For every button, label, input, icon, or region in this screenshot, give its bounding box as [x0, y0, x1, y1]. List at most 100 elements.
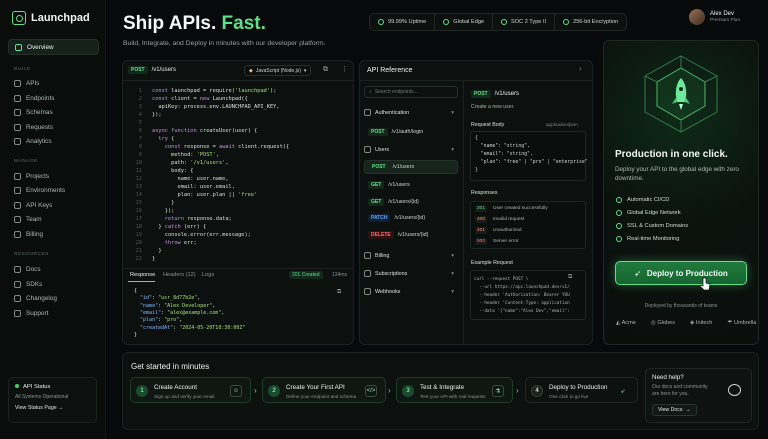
step-test-integrate[interactable]: 3 Test & Integrate Test your API with re… — [396, 377, 513, 403]
tab-logs[interactable]: Logs — [202, 272, 214, 278]
language-select[interactable]: ◆ JavaScript (Node.js) ▾ — [244, 65, 312, 76]
example-line: --data '{"name":"Alex Dev","email":"alex… — [479, 309, 570, 314]
code-line: 9 method: 'POST', — [128, 151, 219, 159]
endpoint-patch-user-id[interactable]: PATCH/v1/users/{id} — [364, 211, 458, 225]
response-time: 134ms — [332, 272, 348, 278]
step-create-api[interactable]: 2 Create Your First API Define your endp… — [262, 377, 386, 403]
view-status-label: View Status Page — [15, 405, 57, 411]
chevron-right-icon[interactable]: › — [579, 66, 581, 73]
group-subscriptions[interactable]: Subscriptions ▾ — [364, 270, 458, 277]
endpoint-delete-user-id[interactable]: DELETE/v1/users/{id} — [364, 228, 458, 242]
deploy-title: Production in one click. — [615, 149, 728, 160]
status-dot-icon — [15, 384, 19, 388]
sidebar-item-overview[interactable]: Overview — [8, 39, 99, 55]
code-icon — [14, 79, 21, 87]
code-line: 8 const response = await client.request(… — [128, 143, 289, 151]
tab-headers[interactable]: Headers (12) — [163, 272, 196, 278]
line-number: 1 — [138, 88, 142, 94]
line-number: 13 — [135, 184, 142, 190]
view-status-link[interactable]: View Status Page → — [15, 405, 90, 411]
sidebar-item-schemas[interactable]: Schemas — [8, 104, 99, 120]
badge-label: Global Edge — [453, 19, 485, 25]
line-number: 10 — [135, 160, 142, 166]
view-docs-button[interactable]: View Docs → — [652, 404, 697, 416]
chevron-down-icon: ▾ — [451, 288, 454, 295]
code-line: 17 return response.data; — [128, 215, 232, 223]
tab-response[interactable]: Response — [130, 272, 155, 278]
rocket-icon: ➶ — [634, 268, 641, 278]
group-billing[interactable]: Billing ▾ — [364, 252, 458, 259]
sidebar-item-analytics[interactable]: Analytics — [8, 133, 99, 149]
badge-uptime: 99.99% Uptime — [370, 14, 436, 30]
support-icon — [14, 309, 21, 317]
endpoint-description: Create a new user. — [471, 104, 515, 110]
badge-soc2: SOC 2 Type II — [493, 14, 556, 30]
endpoint-get-users[interactable]: GET/v1/users — [364, 178, 458, 192]
response-text: User created successfully — [493, 206, 548, 211]
sidebar-item-support[interactable]: Support — [8, 305, 99, 321]
sidebar-item-label: Environments — [26, 186, 66, 194]
method-badge: POST — [369, 163, 389, 171]
line-number: 16 — [135, 208, 142, 214]
group-label: Authentication — [375, 109, 410, 116]
code-line: 20 throw err; — [128, 239, 197, 247]
check-icon — [616, 236, 622, 242]
sidebar-item-label: Requests — [26, 123, 53, 131]
chevron-down-icon: ▾ — [303, 67, 307, 74]
user-menu[interactable]: Alex Dev Premium Plan — [689, 9, 740, 25]
sidebar-item-billing[interactable]: Billing — [8, 226, 99, 242]
endpoint-search-input[interactable]: ⌕ Search endpoints... — [364, 86, 458, 98]
step-create-account[interactable]: 1 Create Account Sign up and verify your… — [130, 377, 251, 403]
step-title: Create Account — [154, 384, 198, 391]
code-line: 11 body: { — [128, 167, 194, 175]
body-line: { — [475, 136, 478, 141]
method-badge: GET — [368, 181, 385, 189]
group-webhooks[interactable]: Webhooks ▾ — [364, 288, 458, 295]
code-line: 14 plan: user.plan || 'free' — [128, 191, 258, 199]
code-text: body: { — [152, 168, 194, 174]
body-line: "plan": "free" | "pro" | "enterprise" — [475, 160, 588, 165]
response-text: Unauthorized — [493, 228, 522, 233]
code-text: } — [152, 256, 156, 262]
more-icon[interactable]: ⋮ — [341, 65, 348, 73]
sidebar-item-apis[interactable]: APIs — [8, 75, 99, 91]
trust-badges: 99.99% Uptime Global Edge SOC 2 Type II … — [369, 13, 628, 31]
sidebar-item-changelog[interactable]: Changelog — [8, 290, 99, 306]
brand-logo[interactable]: Launchpad — [12, 11, 90, 25]
code-text: const launchpad = require('launchpad'); — [152, 88, 277, 94]
endpoint-auth-login[interactable]: POST/v1/auth/login — [364, 125, 458, 139]
deploy-to-production-button[interactable]: ➶ Deploy to Production — [615, 261, 747, 285]
group-users[interactable]: Users ▾ — [364, 146, 458, 153]
arrow-right-icon: → — [58, 405, 64, 411]
endpoint-post-users[interactable]: POST/v1/users — [364, 160, 458, 174]
step-deploy[interactable]: 4 Deploy to Production One click to go l… — [525, 377, 638, 403]
sidebar-item-label: Projects — [26, 172, 50, 180]
sidebar-item-docs[interactable]: Docs — [8, 261, 99, 277]
sidebar-item-label: APIs — [26, 79, 40, 87]
shield-icon — [501, 19, 508, 25]
schema-icon — [14, 108, 21, 116]
chat-icon[interactable] — [728, 384, 741, 396]
badge-label: 256-bit Encryption — [573, 19, 619, 25]
response-code: 500 — [475, 238, 488, 245]
code-text: method: 'POST', — [152, 152, 219, 158]
code-text: plan: user.plan || 'free' — [152, 192, 258, 198]
code-brackets-icon: </> — [365, 385, 377, 397]
group-label: Subscriptions — [375, 270, 408, 277]
copy-icon[interactable]: ⧉ — [323, 66, 328, 74]
sidebar-item-team[interactable]: Team — [8, 211, 99, 227]
feature-label: Real-time Monitoring — [627, 236, 680, 242]
sidebar-item-environments[interactable]: Environments — [8, 182, 99, 198]
line-number: 12 — [135, 176, 142, 182]
group-authentication[interactable]: Authentication ▾ — [364, 109, 458, 116]
code-line: 22} — [128, 255, 156, 263]
endpoint-get-user-id[interactable]: GET/v1/users/{id} — [364, 195, 458, 209]
search-placeholder: Search endpoints... — [374, 89, 418, 95]
response-code: 201 — [475, 205, 488, 212]
analytics-icon — [14, 137, 21, 145]
step-title: Create Your First API — [286, 384, 345, 391]
copy-response-icon[interactable]: ⧉ — [337, 289, 341, 296]
badge-label: 99.99% Uptime — [388, 19, 427, 25]
endpoint-icon — [14, 94, 21, 102]
endpoint-path: /v1/users — [494, 91, 519, 97]
